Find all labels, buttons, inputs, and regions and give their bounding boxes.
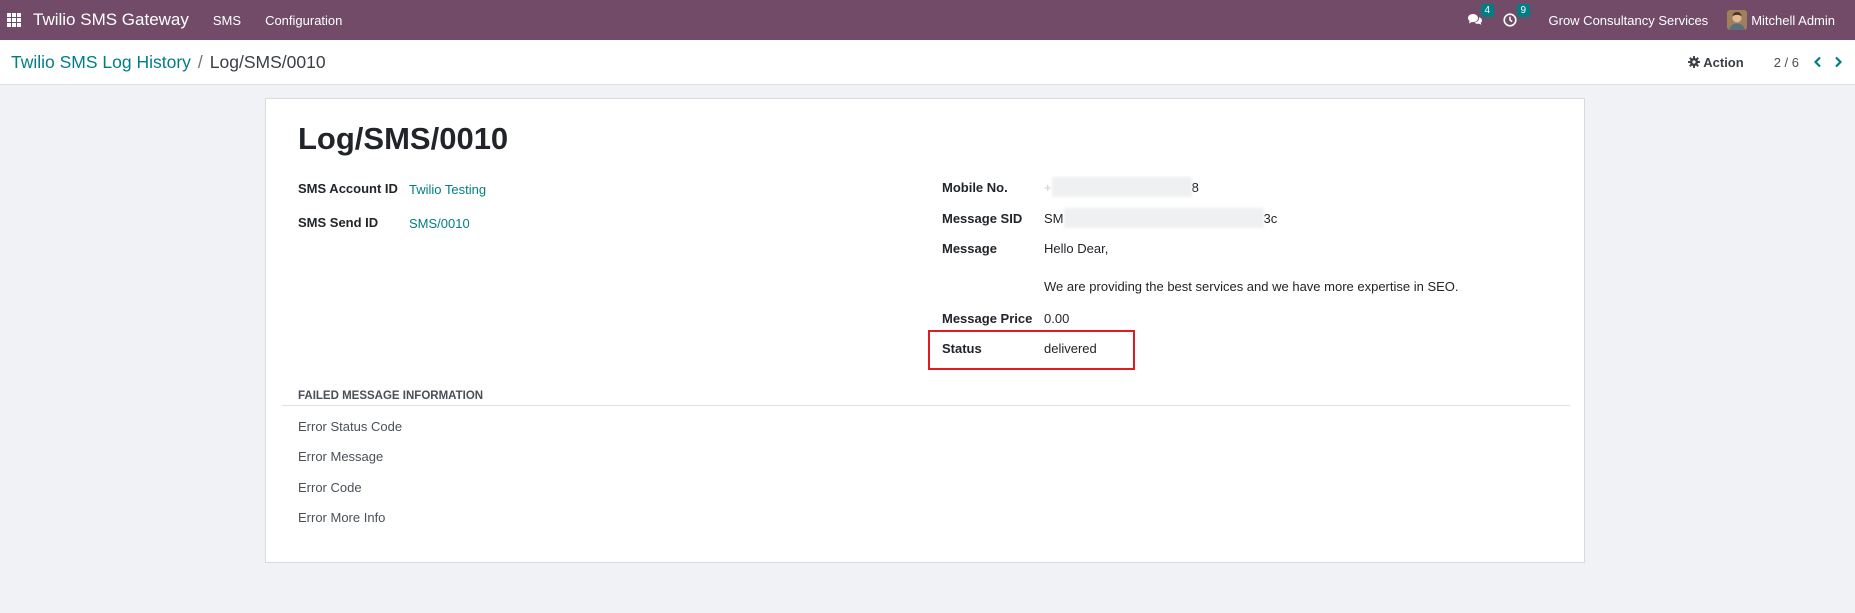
- status-highlight-box: [928, 330, 1135, 370]
- menu-configuration[interactable]: Configuration: [265, 13, 342, 28]
- message-line-2: We are providing the best services and w…: [1044, 279, 1459, 294]
- section-divider: [282, 405, 1570, 406]
- chevron-left-icon: [1813, 56, 1821, 68]
- message-line-1: Hello Dear,: [1044, 241, 1109, 256]
- error-code-label: Error Code: [298, 480, 362, 495]
- menu-sms[interactable]: SMS: [213, 13, 241, 28]
- chevron-right-icon: [1835, 56, 1843, 68]
- field-message-price: Message Price 0.00: [942, 311, 1069, 326]
- sms-send-link[interactable]: SMS/0010: [409, 216, 470, 231]
- sid-value-start: SM: [1044, 211, 1064, 226]
- breadcrumb-current: Log/SMS/0010: [209, 51, 326, 72]
- pager-next-button[interactable]: [1834, 56, 1843, 68]
- redacted-block: [1063, 208, 1264, 228]
- form-sheet: Log/SMS/0010 SMS Account ID Twilio Testi…: [265, 98, 1585, 563]
- control-panel: Twilio SMS Log History / Log/SMS/0010 Ac…: [0, 40, 1855, 85]
- sid-value-end: 3c: [1263, 211, 1278, 226]
- field-label: SMS Send ID: [298, 215, 379, 230]
- message-value: Hello Dear, We are providing the best se…: [1044, 241, 1459, 294]
- field-mobile-no: Mobile No. + 8: [942, 177, 1199, 197]
- messages-systray[interactable]: 4: [1467, 4, 1495, 27]
- clock-icon: [1502, 13, 1517, 27]
- app-brand[interactable]: Twilio SMS Gateway: [33, 10, 189, 30]
- action-label: Action: [1703, 54, 1744, 70]
- breadcrumb-separator: /: [197, 51, 203, 72]
- user-menu[interactable]: Mitchell Admin: [1727, 10, 1835, 30]
- field-label: Message: [942, 241, 997, 256]
- breadcrumb: Twilio SMS Log History / Log/SMS/0010: [11, 52, 326, 73]
- gear-icon: [1688, 56, 1701, 68]
- error-status-code-label: Error Status Code: [298, 419, 403, 434]
- top-navbar: Twilio SMS Gateway SMS Configuration 4 9…: [0, 0, 1855, 40]
- field-message-sid: Message SID SM 3c: [942, 208, 1278, 228]
- error-message-label: Error Message: [298, 449, 384, 464]
- activities-systray[interactable]: 9: [1502, 4, 1531, 27]
- sms-account-link[interactable]: Twilio Testing: [409, 182, 486, 197]
- redacted-block: [1051, 177, 1192, 197]
- pager-previous-button[interactable]: [1813, 56, 1822, 68]
- mobile-value-start: +: [1044, 180, 1052, 195]
- field-label: SMS Account ID: [298, 181, 398, 196]
- activities-count-badge: 9: [1516, 4, 1531, 17]
- mobile-value-end: 8: [1191, 180, 1199, 195]
- breadcrumb-parent-link[interactable]: Twilio SMS Log History: [11, 52, 191, 73]
- user-name: Mitchell Admin: [1751, 12, 1835, 28]
- field-label: Message Price: [942, 311, 1033, 326]
- company-switcher[interactable]: Grow Consultancy Services: [1549, 13, 1709, 28]
- field-sms-send-id: SMS Send ID SMS/0010: [298, 215, 470, 231]
- price-value: 0.00: [1044, 311, 1070, 326]
- field-label: Message SID: [942, 211, 1023, 226]
- field-message: Message Hello Dear, We are providing the…: [942, 241, 1459, 294]
- avatar: [1727, 10, 1748, 30]
- error-more-info-label: Error More Info: [298, 510, 386, 525]
- record-title: Log/SMS/0010: [298, 121, 509, 156]
- apps-menu-icon[interactable]: [7, 13, 21, 27]
- field-sms-account-id: SMS Account ID Twilio Testing: [298, 181, 486, 197]
- pager-value[interactable]: 2 / 6: [1774, 55, 1799, 70]
- action-button[interactable]: Action: [1688, 54, 1744, 70]
- messages-count-badge: 4: [1480, 4, 1495, 17]
- field-label: Mobile No.: [942, 180, 1008, 195]
- failed-section-title: FAILED MESSAGE INFORMATION: [298, 390, 484, 402]
